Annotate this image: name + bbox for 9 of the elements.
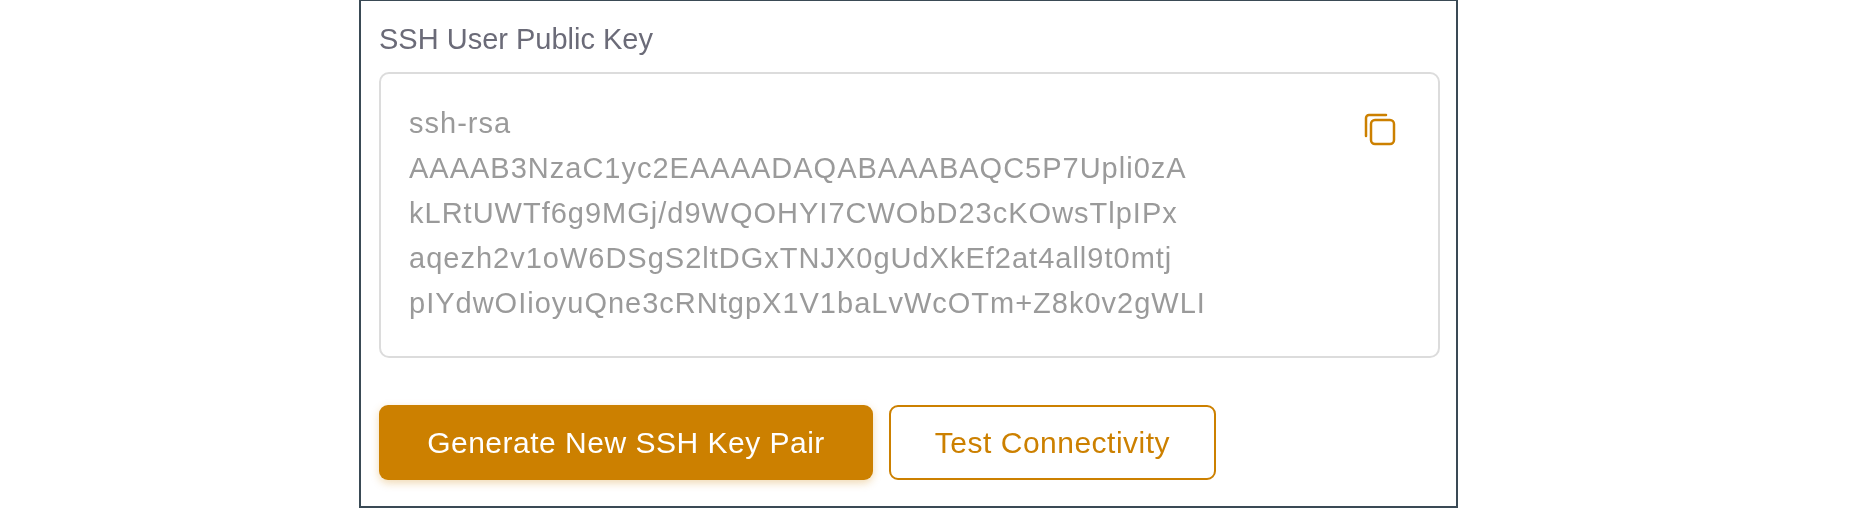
key-text: ssh-rsa	[409, 106, 513, 141]
generate-button[interactable]: Generate New SSH Key Pair	[379, 405, 873, 480]
test-button[interactable]: Test Connectivity	[889, 405, 1216, 480]
field-label: SSH User Public Key	[379, 23, 654, 56]
key-text: aqezh2v1oW6DSgS2ltDGxTNJX0gUdXkEf2at4all9t0mtj	[409, 241, 1174, 276]
key-text: kLRtUWTf6g9MGj/d9WQOHYI7CWObD23cKOwsTlpIPx	[409, 196, 1179, 231]
key-text: pIYdwOIioyuQne3cRNtgpX1V1baLvWcOTm+Z8k0v2gWLI	[409, 286, 1206, 321]
key-field[interactable]: ssh-rsa AAAAB3NzaC1yc2EAAAADAQABAAABAQC5P7Upli0zA kLRtUWTf6g9MGj/d9WQOHYI7CWObD23cKOwsTlpIPx aqezh2v1oW6DSgS2ltDGxTNJX0gUdXkEf2at4all9t0mtj pIYdwOIioyuQne3cRNtgpX1V1baLvWcOTm+Z8k0v2gWLI	[379, 72, 1440, 358]
key-text: AAAAB3NzaC1yc2EAAAADAQABAAABAQC5P7Upli0zA	[409, 151, 1188, 186]
